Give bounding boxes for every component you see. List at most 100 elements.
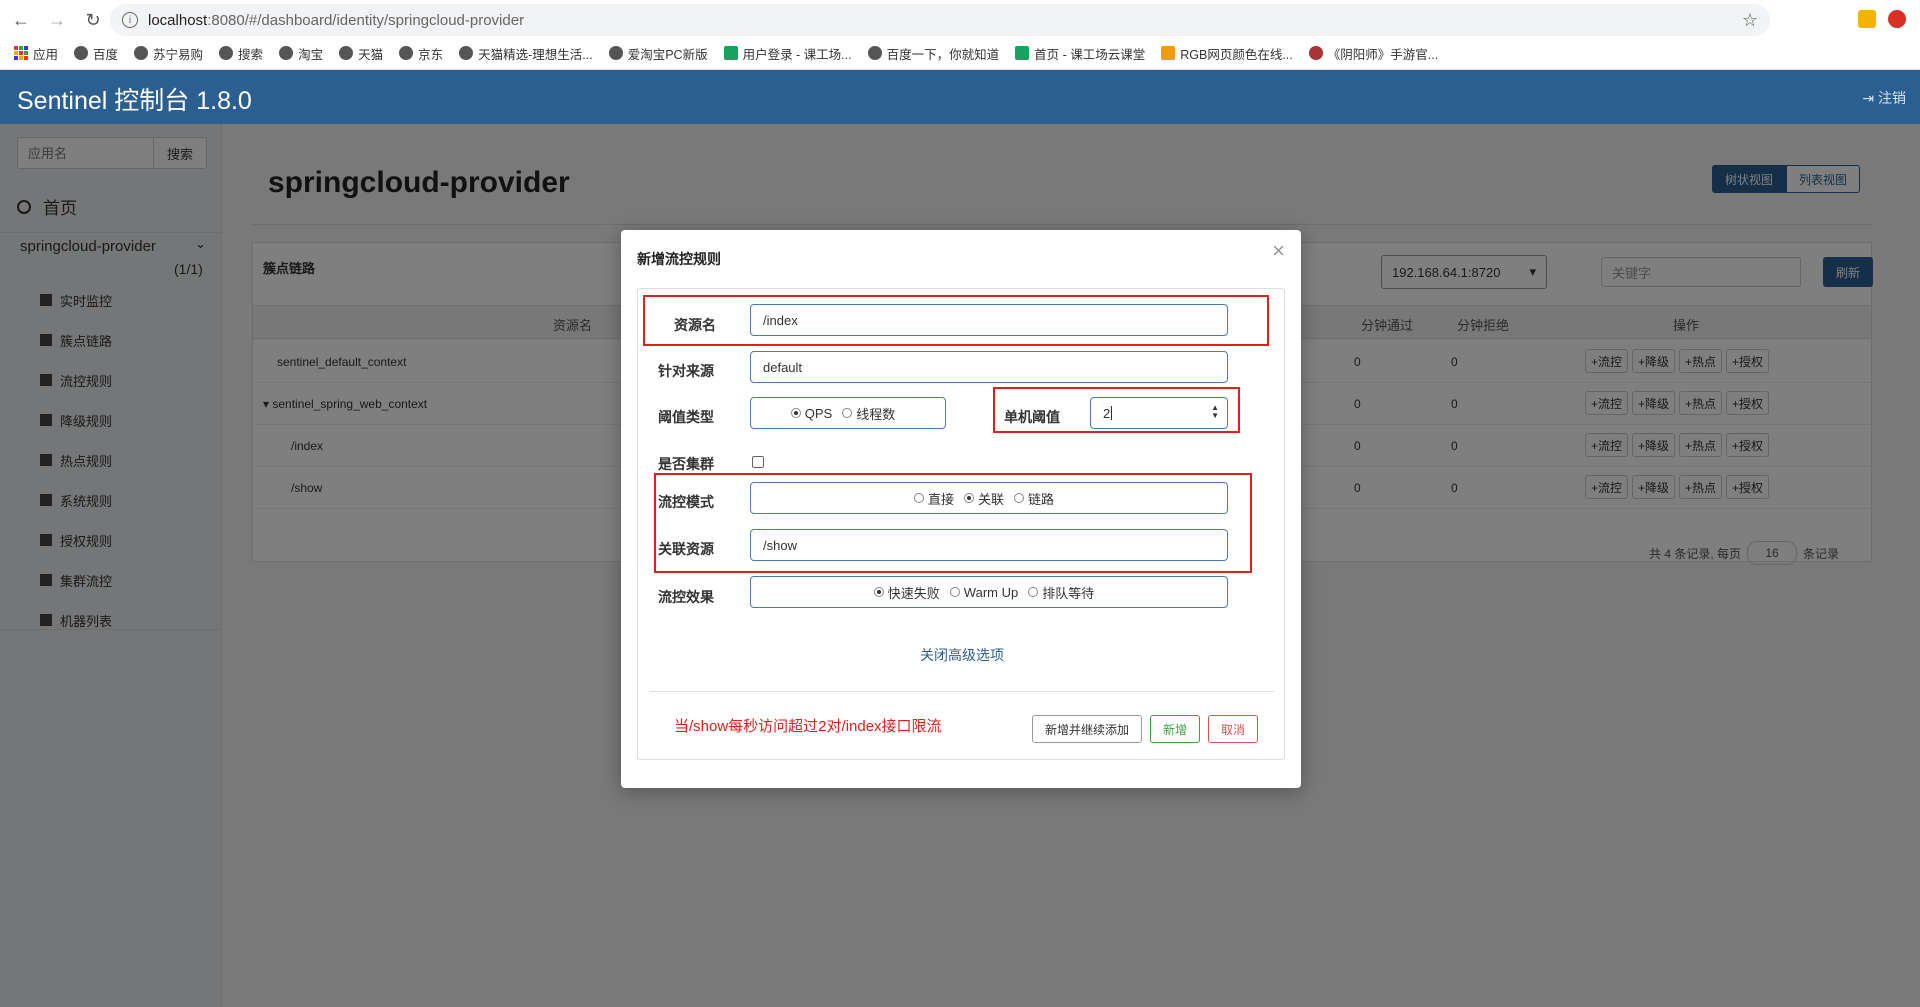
url-path: :8080/#/dashboard/identity/springcloud-p… [207,11,525,29]
strategy-label: 流控模式 [658,494,714,510]
ref-resource-input[interactable]: /show [750,529,1228,561]
site-icon [1015,46,1030,60]
radio-label: QPS [804,405,833,421]
extension-icon[interactable] [1858,10,1876,28]
apps-grid-icon [14,46,28,60]
annotation-text: 当/show每秒访问超过2对/index接口限流 [674,718,942,735]
star-icon[interactable]: ☆ [1730,4,1770,36]
browser-nav: ← → ↻ [10,6,104,34]
bookmark-label: 淘宝 [298,47,324,62]
bookmark-item[interactable]: 百度一下，你就知道 [867,44,1000,63]
radio-icon [1014,493,1024,503]
bookmark-label: 用户登录 - 课工场... [742,47,852,62]
radio-direct[interactable]: 直接 [913,489,954,508]
site-icon [723,46,738,60]
origin-input[interactable]: default [750,351,1228,383]
bookmark-item[interactable]: 天猫 [339,44,383,63]
extension-icon[interactable] [1888,10,1906,28]
radio-label: 直接 [927,491,954,507]
threshold-input[interactable]: 2 ▲ ▼ [1090,397,1228,429]
effect-radio-group: 快速失败 Warm Up 排队等待 [750,576,1228,608]
threshold-label: 单机阈值 [1004,409,1060,425]
bookmark-item[interactable]: 用户登录 - 课工场... [723,44,852,63]
bookmarks-bar: 应用 百度 苏宁易购 搜索 淘宝 天猫 京东 天猫精选-理想生活... 爱淘宝P… [14,42,1438,64]
bookmark-item[interactable]: 天猫精选-理想生活... [459,44,593,63]
spinner-icon[interactable]: ▲ ▼ [1211,404,1219,420]
bookmark-item[interactable]: 百度 [74,44,118,63]
dialog-title: 新增流控规则 [637,251,721,267]
bookmark-label: RGB网页颜色在线... [1180,47,1293,62]
cancel-button[interactable]: 取消 [1208,715,1258,743]
radio-relate[interactable]: 关联 [963,489,1004,508]
resource-label: 资源名 [674,317,716,333]
bookmark-item[interactable]: RGB网页颜色在线... [1161,44,1293,63]
globe-icon [459,46,474,60]
bookmark-item[interactable]: 应用 [14,44,58,63]
grade-radio-group: QPS 线程数 [750,397,946,429]
logout-link[interactable]: ⇥ 注销 [1862,88,1906,108]
bookmark-item[interactable]: 首页 - 课工场云课堂 [1015,44,1145,63]
add-button[interactable]: 新增 [1150,715,1200,743]
threshold-value: 2 [1103,405,1111,421]
globe-icon [74,46,89,60]
logout-label: 注销 [1878,90,1906,106]
globe-icon [339,46,354,60]
globe-icon [134,46,149,60]
back-icon[interactable]: ← [10,10,32,31]
flow-rule-dialog: 新增流控规则 × 资源名 /index 针对来源 default 阈值类型 QP… [621,230,1301,788]
radio-icon [790,408,801,418]
radio-icon [873,587,884,597]
bookmark-item[interactable]: 搜索 [219,44,263,63]
radio-label: 快速失败 [887,585,940,601]
bookmark-item[interactable]: 爱淘宝PC新版 [608,44,708,63]
info-icon[interactable]: i [122,12,138,28]
globe-icon [608,46,623,60]
bookmark-label: 百度 [93,47,119,62]
globe-icon [279,46,294,60]
radio-qps[interactable]: QPS [790,405,833,421]
radio-label: 链路 [1028,491,1055,507]
radio-threads[interactable]: 线程数 [842,404,895,423]
radio-icon [842,408,853,418]
radio-icon [949,587,960,597]
radio-icon [963,493,974,503]
close-icon[interactable]: × [1272,238,1285,264]
dialog-form: 资源名 /index 针对来源 default 阈值类型 QPS 线程数 单机阈… [637,288,1285,760]
radio-fail-fast[interactable]: 快速失败 [873,583,940,602]
bookmark-label: 天猫 [358,47,384,62]
radio-warm-up[interactable]: Warm Up [949,584,1019,600]
bookmark-label: 首页 - 课工场云课堂 [1034,47,1146,62]
bookmark-label: 爱淘宝PC新版 [627,47,708,62]
bookmark-label: 苏宁易购 [153,47,204,62]
radio-label: 线程数 [856,406,896,422]
site-icon [1161,46,1176,60]
radio-chain[interactable]: 链路 [1014,489,1054,508]
globe-icon [219,46,234,60]
bookmark-label: 京东 [418,47,444,62]
forward-icon[interactable]: → [46,10,68,31]
cluster-label: 是否集群 [658,456,714,472]
add-continue-button[interactable]: 新增并继续添加 [1032,715,1142,743]
url-host: localhost [148,11,208,29]
bookmark-item[interactable]: 京东 [399,44,443,63]
reload-icon[interactable]: ↻ [82,10,104,31]
app-header: Sentinel 控制台 1.8.0 ⇥ 注销 [0,70,1920,124]
radio-queue[interactable]: 排队等待 [1028,583,1094,602]
address-bar[interactable]: i localhost:8080/#/dashboard/identity/sp… [110,4,1770,36]
radio-icon [1028,587,1039,597]
bookmark-item[interactable]: 《阴阳师》手游官... [1308,44,1438,63]
globe-icon [399,46,414,60]
radio-icon [913,493,924,503]
effect-label: 流控效果 [658,589,714,605]
resource-input[interactable]: /index [750,304,1228,336]
ref-resource-label: 关联资源 [658,541,714,557]
bookmark-label: 天猫精选-理想生活... [478,47,593,62]
bookmark-item[interactable]: 淘宝 [279,44,323,63]
bookmark-item[interactable]: 苏宁易购 [134,44,203,63]
cluster-checkbox[interactable] [752,456,764,468]
globe-icon [867,46,882,60]
origin-label: 针对来源 [658,363,714,379]
toggle-advanced-link[interactable]: 关闭高级选项 [638,645,1286,665]
radio-label: Warm Up [963,584,1019,600]
bookmark-label: 百度一下，你就知道 [886,47,1000,62]
